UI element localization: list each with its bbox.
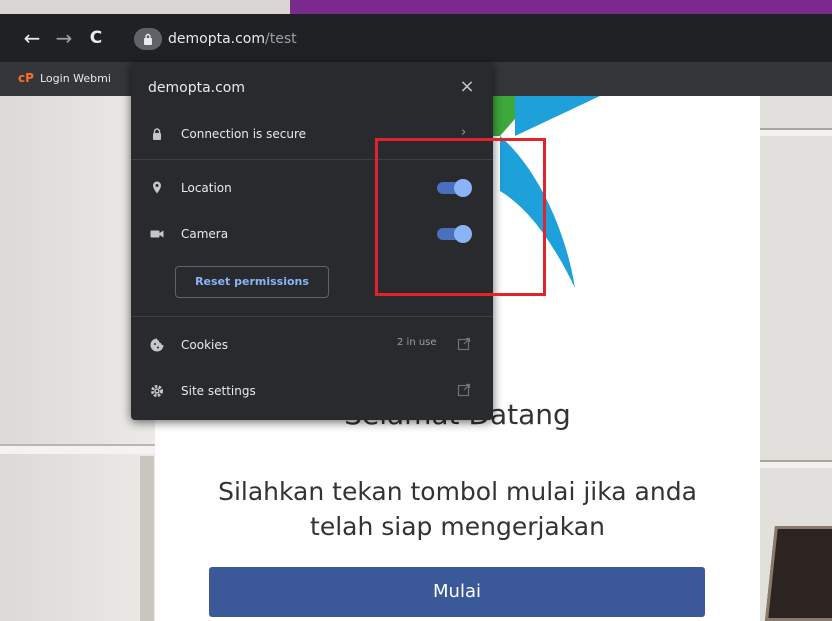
site-settings-label: Site settings	[181, 384, 256, 398]
connection-label: Connection is secure	[181, 127, 307, 141]
open-external-icon	[457, 337, 471, 351]
url-domain: demopta.com	[168, 31, 266, 47]
background-table-leg	[140, 456, 154, 621]
permission-label: Camera	[181, 227, 229, 241]
forward-arrow-icon: →	[55, 26, 73, 50]
cookie-icon	[150, 338, 164, 352]
bookmark-label: Login Webmi	[40, 71, 111, 85]
reload-icon: C	[89, 28, 103, 48]
permission-label: Location	[181, 181, 232, 195]
camera-icon	[150, 230, 164, 238]
cookies-count: 2 in use	[397, 337, 437, 348]
cpanel-icon: cP	[18, 71, 34, 85]
bookmark-login-webmail[interactable]: cP Login Webmi	[18, 70, 111, 86]
divider	[131, 316, 493, 317]
forward-button[interactable]: →	[52, 26, 76, 50]
reset-permissions-button[interactable]: Reset permissions	[175, 266, 329, 298]
lock-icon	[153, 128, 161, 140]
cookies-label: Cookies	[181, 338, 228, 352]
back-button[interactable]: ←	[20, 26, 44, 50]
background-monitor	[765, 526, 832, 621]
url-path: /test	[265, 31, 297, 47]
background-shelf	[0, 444, 155, 454]
close-icon: ×	[459, 76, 475, 97]
tab-strip-accent	[290, 0, 832, 14]
address-bar[interactable]: demopta.com/test	[168, 29, 297, 49]
close-button[interactable]: ×	[456, 76, 478, 98]
background-shelf	[760, 128, 832, 136]
back-arrow-icon: ←	[23, 26, 41, 50]
cookies-row[interactable]: Cookies 2 in use	[131, 323, 493, 367]
site-info-button[interactable]	[134, 28, 162, 50]
annotation-highlight-box	[375, 138, 546, 296]
location-pin-icon	[153, 181, 161, 194]
lock-icon	[144, 33, 152, 45]
browser-toolbar: ← → C demopta.com/test	[0, 14, 832, 62]
open-external-icon	[457, 383, 471, 397]
gear-icon	[151, 385, 163, 397]
start-button[interactable]: Mulai	[209, 567, 705, 617]
reload-button[interactable]: C	[84, 26, 108, 50]
instruction-text: Silahkan tekan tombol mulai jika anda te…	[218, 477, 697, 541]
background-shelf	[760, 460, 832, 468]
popup-title: demopta.com	[148, 80, 246, 96]
site-settings-row[interactable]: Site settings	[131, 369, 493, 413]
